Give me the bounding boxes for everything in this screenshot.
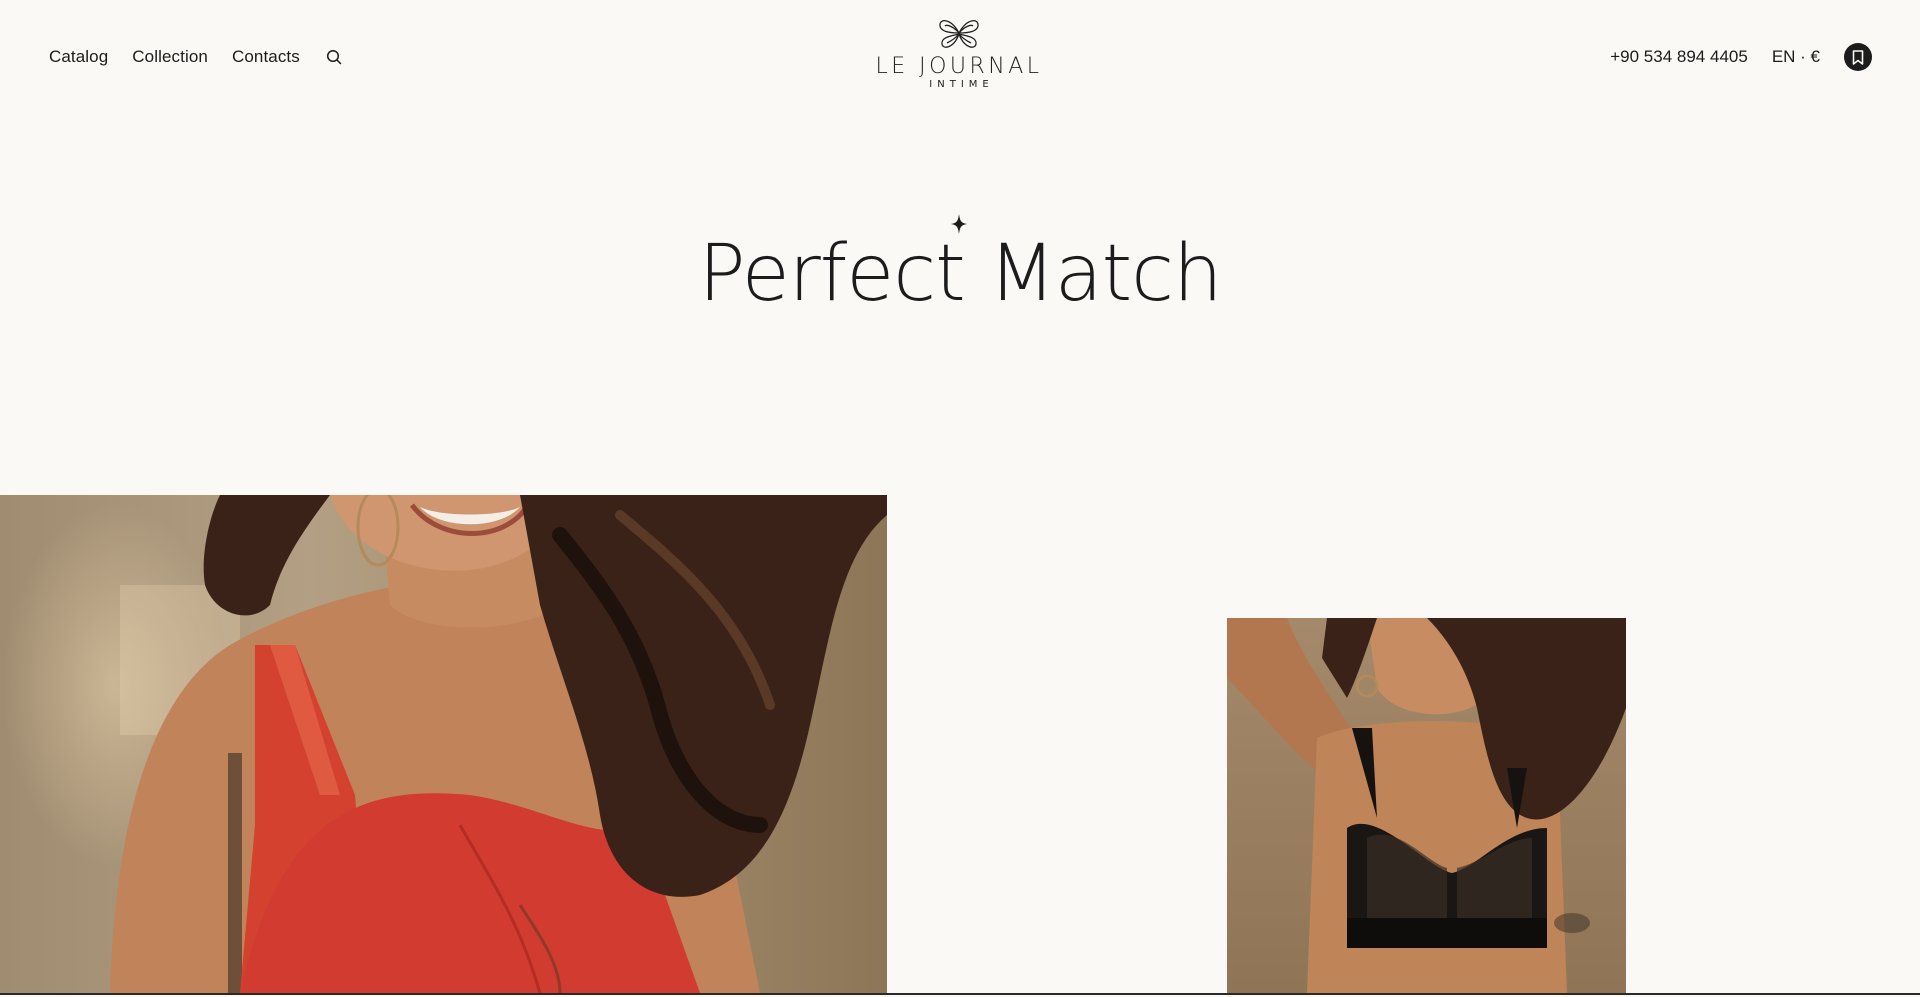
phone-link[interactable]: +90 534 894 4405 [1610,43,1748,71]
main-nav: Catalog Collection Contacts [49,45,344,69]
language-currency-selector[interactable]: EN · € [1772,43,1820,71]
nav-collection-link[interactable]: Collection [132,45,208,69]
model-red-bra-photo[interactable] [0,495,887,993]
bookmark-icon[interactable] [1844,43,1872,71]
logo-name: LE JOURNAL [875,54,1043,79]
model-black-bra-photo[interactable] [1227,618,1626,993]
bottom-divider [0,993,1920,995]
logo-subtitle: INTIME [929,79,994,90]
site-header: Catalog Collection Contacts LE JOURNAL I… [0,0,1920,115]
page-title: Perfect Match [698,229,1222,319]
butterfly-logo-icon [939,20,979,48]
nav-contacts-link[interactable]: Contacts [232,45,300,69]
site-logo[interactable]: LE JOURNAL INTIME [864,16,1054,98]
search-icon[interactable] [324,45,344,69]
nav-catalog-link[interactable]: Catalog [49,45,108,69]
header-utilities: +90 534 894 4405 EN · € [1610,43,1872,71]
page: Catalog Collection Contacts LE JOURNAL I… [0,0,1920,997]
